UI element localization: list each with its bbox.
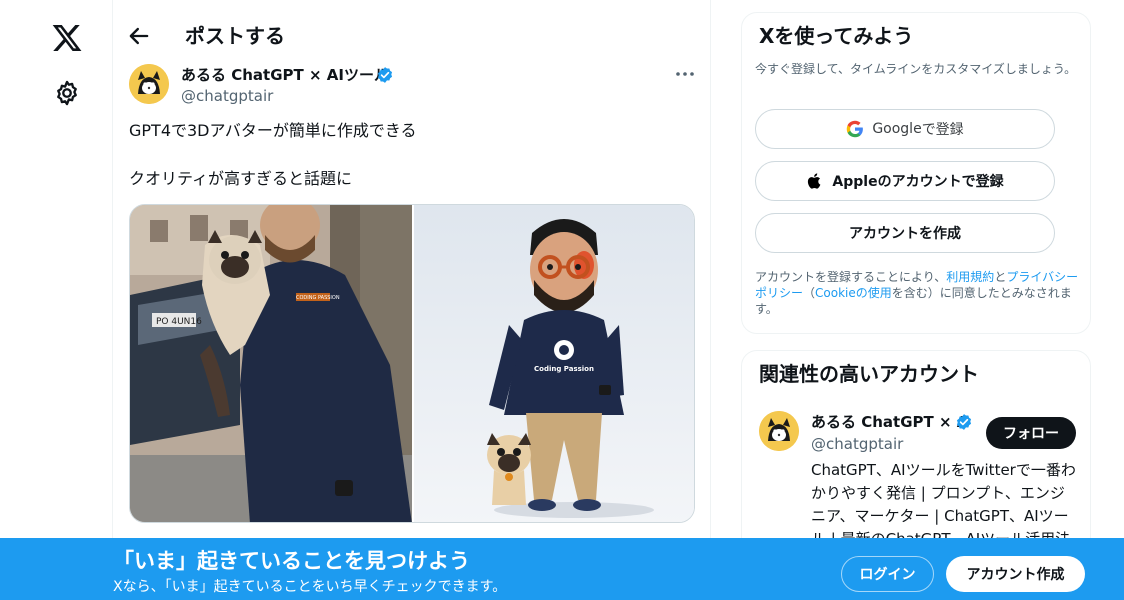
avatar[interactable] — [759, 411, 799, 451]
login-button[interactable]: ログイン — [841, 556, 934, 592]
author-handle[interactable]: @chatgptair — [181, 86, 273, 106]
more-options-icon[interactable] — [671, 64, 699, 84]
page-title: ポストする — [185, 24, 285, 48]
terms-link[interactable]: 利用規約 — [946, 270, 994, 284]
avatar[interactable] — [129, 64, 169, 104]
cookie-link[interactable]: Cookieの使用 — [815, 286, 892, 300]
left-nav — [0, 0, 112, 600]
google-suffix-label: で登録 — [921, 122, 964, 138]
related-accounts-title: 関連性の高いアカウント — [759, 362, 979, 386]
back-arrow-icon[interactable] — [125, 22, 153, 50]
verified-badge-icon — [376, 66, 394, 84]
apple-signup-label: Appleのアカウントで登録 — [832, 174, 1004, 190]
apple-signup-button[interactable]: Appleのアカウントで登録 — [755, 161, 1055, 201]
post-text-line: クオリティが高すぎると話題に — [129, 169, 353, 188]
settings-gear-icon[interactable] — [53, 79, 81, 107]
google-signup-button[interactable]: Google で登録 — [755, 109, 1055, 149]
author-name[interactable]: あるる ChatGPT × AIツール — [181, 65, 389, 85]
top-bar: ポストする — [113, 0, 710, 72]
terms-prefix: アカウントを登録することにより、 — [755, 270, 947, 284]
google-logo-icon — [846, 120, 864, 138]
right-sidebar: Xを使ってみよう 今すぐ登録して、タイムラインをカスタマイズしましょう。 Goo… — [740, 0, 1092, 600]
hoodie-brand-text: CODING PASSION — [296, 295, 340, 301]
banner-title: 「いま」起きていることを見つけよう — [113, 549, 470, 573]
related-account-handle[interactable]: @chatgptair — [811, 434, 903, 454]
license-plate-text: PO 4UN16 — [156, 317, 202, 327]
terms-text: アカウントを登録することにより、利用規約とプライバシーポリシー（Cookieの使… — [755, 269, 1083, 317]
photo-man-with-pug[interactable]: PO 4UN16 CODING PASSION — [130, 205, 412, 523]
apple-logo-icon — [806, 172, 824, 190]
banner-subtitle: Xなら、「いま」起きていることをいち早くチェックできます。 — [113, 579, 507, 595]
x-logo-icon[interactable] — [51, 22, 83, 54]
hoodie-brand-text: Coding Passion — [534, 365, 594, 373]
signup-card: Xを使ってみよう 今すぐ登録して、タイムラインをカスタマイズしましょう。 Goo… — [741, 12, 1091, 334]
terms-paren: （ — [803, 286, 816, 300]
signup-subtitle: 今すぐ登録して、タイムラインをカスタマイズしましょう。 — [755, 62, 1077, 76]
terms-and: と — [994, 270, 1007, 284]
post-text-line: GPT4で3Dアバターが簡単に作成できる — [129, 121, 417, 140]
signup-title: Xを使ってみよう — [759, 24, 914, 48]
photo-3d-avatar[interactable]: Coding Passion — [414, 205, 695, 523]
create-account-button[interactable]: アカウントを作成 — [755, 213, 1055, 253]
google-brand-label: Google — [872, 121, 922, 137]
post-media[interactable]: PO 4UN16 CODING PASSION Coding Passion — [129, 204, 695, 523]
banner-create-account-button[interactable]: アカウント作成 — [946, 556, 1085, 592]
main-column: ポストする あるる ChatGPT × AIツール @chatgptair GP… — [112, 0, 711, 600]
signup-banner: 「いま」起きていることを見つけよう Xなら、「いま」起きていることをいち早くチェ… — [0, 538, 1124, 600]
verified-badge-icon — [955, 413, 973, 431]
related-account-name[interactable]: あるる ChatGPT × A — [811, 412, 968, 432]
follow-button[interactable]: フォロー — [986, 417, 1076, 449]
